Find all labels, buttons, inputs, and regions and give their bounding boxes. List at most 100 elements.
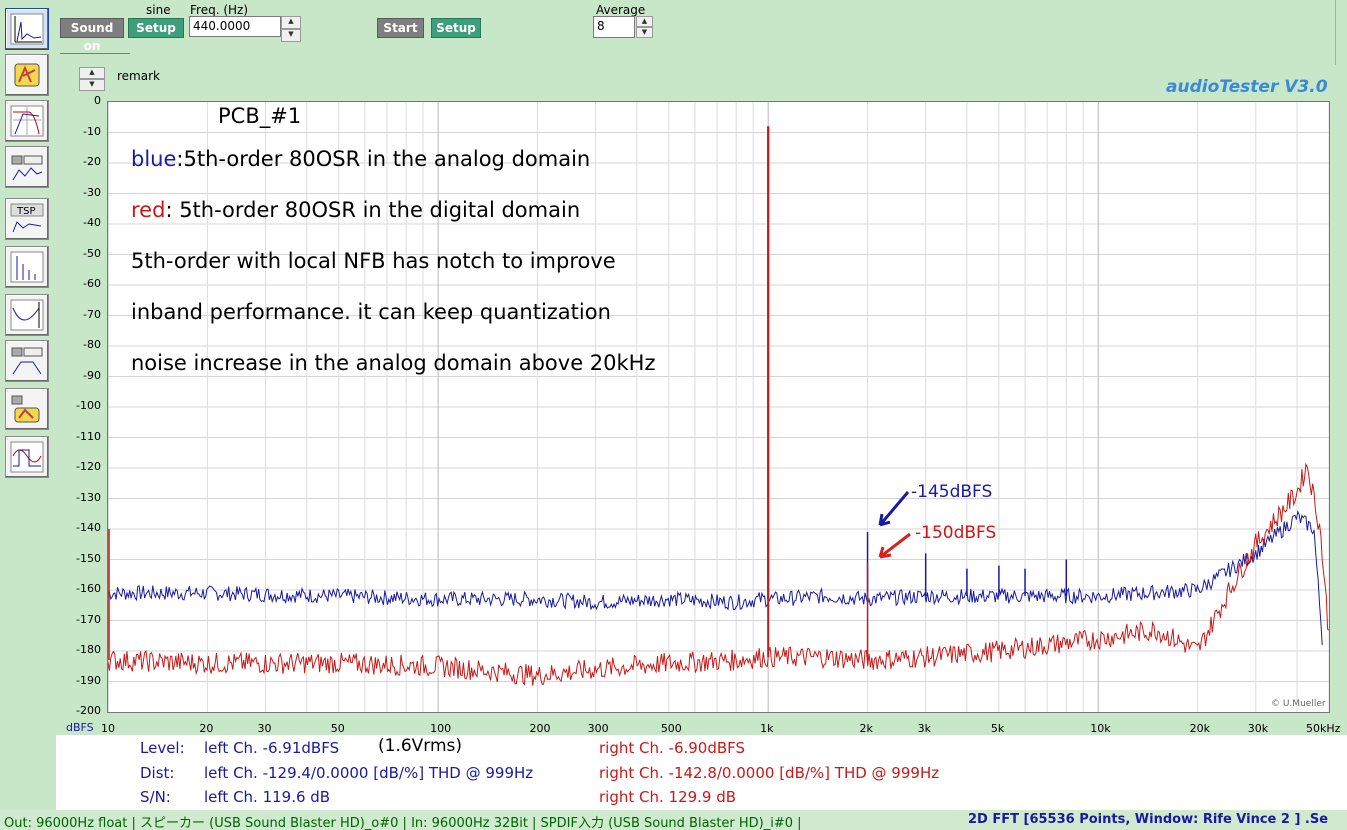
level-left-value: left Ch. -6.91dBFS [204, 739, 340, 757]
impedance-icon [10, 299, 44, 331]
x-tick-label: 10 [101, 722, 115, 735]
y-unit-label: dBFS [66, 721, 94, 734]
impedance-tool-button[interactable] [5, 294, 49, 336]
x-tick-label: 30k [1247, 722, 1269, 735]
annotation-red-label: red [131, 198, 166, 222]
oscilloscope-icon [11, 395, 40, 423]
y-tick-label: -200 [76, 704, 101, 717]
y-tick-label: -170 [76, 612, 101, 626]
x-tick-label: 3k [917, 722, 932, 735]
filter-response-icon [10, 105, 44, 137]
annotation-line-2-text: : 5th-order 80OSR in the digital domain [165, 198, 581, 222]
y-tick-label: -50 [83, 246, 101, 260]
analyzer-setup-button[interactable]: Setup [431, 18, 481, 38]
sn-right-value: right Ch. 129.9 dB [599, 788, 737, 806]
average-label: Average [596, 3, 646, 17]
toolbar-divider [60, 53, 130, 54]
sn-label: S/N: [140, 788, 171, 806]
level-label: Level: [140, 739, 185, 757]
level-right-value: right Ch. -6.90dBFS [599, 739, 746, 757]
remark-up-button[interactable]: ▲ [79, 67, 105, 79]
y-tick-label: -40 [83, 216, 101, 229]
spectrum-plot[interactable]: PCB_#1 blue:5th-order 80OSR in the analo… [107, 101, 1330, 713]
freq-down-button[interactable]: ▼ [281, 29, 301, 42]
x-tick-label: 500 [660, 722, 682, 735]
y-tick-label: -60 [83, 277, 101, 290]
generator-icon [14, 63, 40, 87]
average-input[interactable]: 8 [593, 16, 635, 38]
y-tick-label: -180 [76, 643, 101, 656]
status-right: 2D FFT [65536 Points, Window: Rife Vince… [968, 812, 1329, 827]
status-bar: Out: 96000Hz float | スピーカー (USB Sound Bl… [0, 810, 1347, 830]
y-tick-label: -140 [76, 521, 101, 534]
generator-tool-button[interactable] [5, 54, 49, 96]
spectrum-chart [108, 102, 1329, 712]
annotation-line-5: noise increase in the analog domain abov… [131, 351, 656, 375]
dist-left-value: left Ch. -129.4/0.0000 [dB/%] THD @ 999H… [204, 764, 534, 782]
frequency-input[interactable]: 440.0000 [189, 16, 281, 37]
annotation-line-4: inband performance. it can keep quantiza… [131, 300, 611, 324]
y-tick-label: -120 [76, 460, 101, 473]
speaker-test-button[interactable] [5, 146, 49, 188]
red-marker-label: -150dBFS [915, 523, 997, 543]
right-scrollbar[interactable] [1335, 0, 1347, 65]
speaker-response-button[interactable] [5, 340, 49, 382]
blue-marker-label: -145dBFS [911, 482, 993, 502]
y-tick-label: -10 [83, 124, 101, 138]
annotation-line-1-text: :5th-order 80OSR in the analog domain [176, 147, 591, 171]
speaker-response-icon [11, 347, 43, 375]
y-tick-label: -20 [83, 155, 101, 168]
tsp-tool-button[interactable]: TSP [5, 198, 49, 240]
waveform-tool-button[interactable] [5, 436, 49, 478]
x-tick-label: 20 [199, 722, 214, 735]
blue-marker-arrow [878, 491, 910, 527]
tool-column: TSP [0, 0, 56, 830]
y-tick-label: -110 [76, 429, 101, 443]
y-tick-label: -30 [83, 185, 101, 199]
annotation-line-2: red: 5th-order 80OSR in the digital doma… [131, 198, 580, 222]
annotation-title: PCB_#1 [218, 104, 302, 128]
dist-label: Dist: [140, 764, 175, 782]
svg-text:TSP: TSP [16, 206, 36, 217]
y-tick-label: -100 [76, 399, 101, 412]
x-tick-label: 50kHz [1306, 722, 1341, 735]
y-tick-label: -70 [83, 307, 101, 321]
annotation-line-1: blue:5th-order 80OSR in the analog domai… [131, 147, 590, 171]
harmonics-tool-button[interactable] [5, 246, 49, 288]
y-tick-label: -130 [76, 490, 101, 504]
status-left: Out: 96000Hz float | スピーカー (USB Sound Bl… [4, 816, 802, 830]
freq-label: Freq. (Hz) [190, 3, 249, 17]
average-up-button[interactable]: ▲ [636, 16, 653, 27]
generator-setup-button[interactable]: Setup [128, 18, 184, 38]
x-tick-label: 20k [1189, 722, 1211, 735]
series-red-trace [108, 462, 1329, 686]
average-down-button[interactable]: ▼ [636, 27, 653, 38]
sine-label: sine [146, 3, 171, 17]
x-tick-label: 30 [257, 722, 272, 735]
start-button[interactable]: Start [377, 18, 424, 38]
oscilloscope-tool-button[interactable] [5, 388, 49, 430]
spectrum-view-button[interactable] [5, 8, 49, 50]
x-tick-label: 200 [529, 722, 551, 735]
sn-left-value: left Ch. 119.6 dB [204, 788, 331, 806]
y-tick-label: 0 [94, 94, 101, 107]
freq-up-button[interactable]: ▲ [281, 16, 301, 29]
harmonics-icon [10, 251, 44, 283]
y-tick-label: -80 [83, 338, 101, 351]
x-tick-label: 1k [760, 722, 774, 735]
measurement-readout: Level: Dist: S/N: left Ch. -6.91dBFS (1.… [56, 735, 1347, 810]
copyright-label: © U.Mueller [1271, 699, 1326, 709]
dist-right-value: right Ch. -142.8/0.0000 [dB/%] THD @ 999… [599, 764, 940, 782]
x-tick-label: 10k [1090, 722, 1111, 735]
remark-label: remark [117, 69, 160, 83]
remark-down-button[interactable]: ▼ [79, 79, 105, 91]
x-tick-label: 100 [430, 722, 452, 735]
filter-tool-button[interactable] [5, 100, 49, 142]
x-tick-label: 50 [330, 722, 345, 735]
sound-on-button[interactable]: Sound on [60, 18, 124, 53]
x-tick-label: 300 [587, 722, 609, 735]
y-tick-label: -150 [76, 551, 101, 565]
y-tick-label: -160 [76, 582, 101, 595]
y-tick-label: -190 [76, 673, 101, 687]
x-tick-label: 5k [990, 722, 1005, 735]
